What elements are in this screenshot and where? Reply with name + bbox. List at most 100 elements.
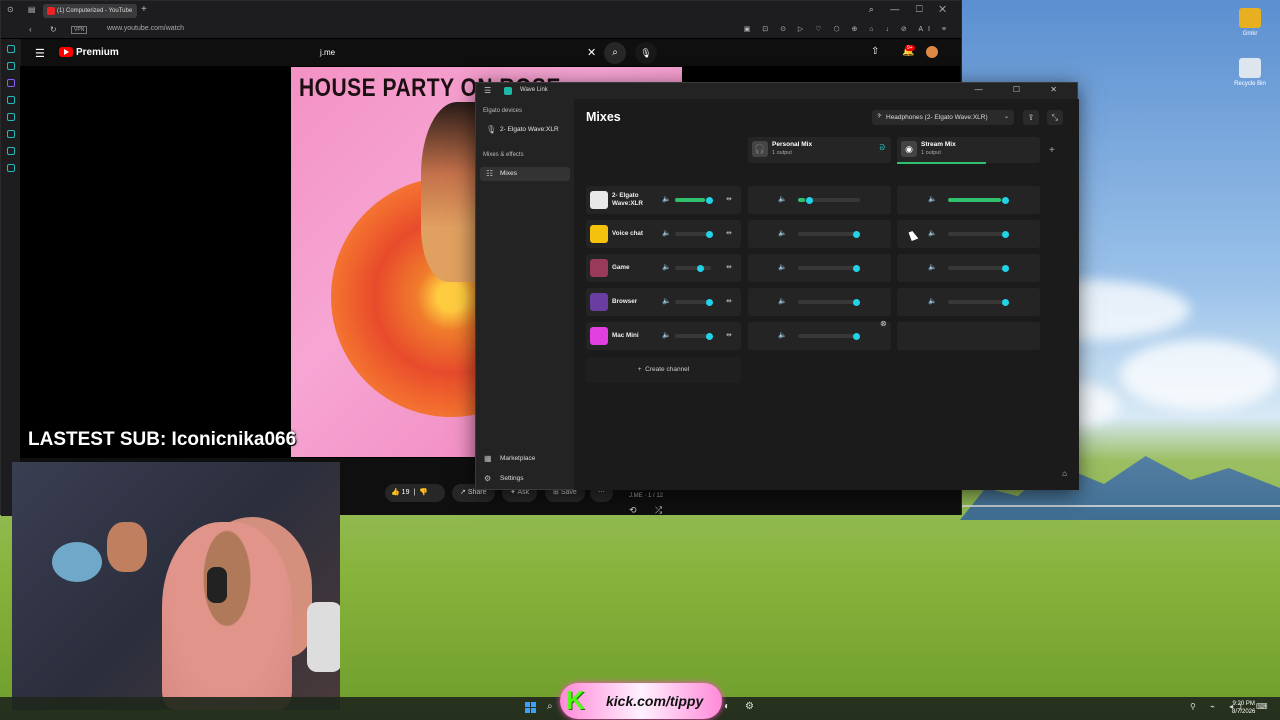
speaker-icon[interactable]: 🔈 <box>778 331 787 339</box>
download-icon[interactable] <box>7 130 15 138</box>
stream-volume-slider[interactable] <box>948 230 1009 238</box>
sidebar-item-wave-xlr[interactable]: 🎙 2- Elgato Wave:XLR <box>480 123 570 137</box>
slider-knob[interactable] <box>705 332 713 340</box>
clear-search-icon[interactable]: ✕ <box>587 46 596 59</box>
sidebar-item-settings[interactable]: ⚙ Settings <box>484 474 524 483</box>
slider-knob[interactable] <box>805 196 813 204</box>
local-volume-slider[interactable] <box>675 264 711 272</box>
link-icon[interactable]: ⇹ <box>726 195 732 203</box>
create-channel-button[interactable]: + Create channel <box>586 357 741 383</box>
local-volume-slider[interactable] <box>675 298 713 306</box>
remove-from-mix-icon[interactable]: ⊗ <box>880 319 887 328</box>
media-icon[interactable]: ◐ <box>724 701 730 712</box>
stream-volume-slider[interactable] <box>948 196 1009 204</box>
queue-controls[interactable]: ⟲ ⤮ <box>629 505 670 516</box>
speaker-icon[interactable]: 🔈 <box>928 263 937 271</box>
slider-knob[interactable] <box>1001 230 1009 238</box>
link-icon[interactable]: ⇹ <box>726 331 732 339</box>
local-volume-slider[interactable] <box>675 332 713 340</box>
search-input[interactable]: j.me <box>317 44 602 62</box>
extension-icons[interactable]: ▣ ⊡ ⊙ ▷ ♡ ⬡ ⊕ ⌂ ↓ ⊘ AI ≡ <box>744 25 951 33</box>
slider-knob[interactable] <box>705 298 713 306</box>
speaker-icon[interactable]: 🔈 <box>662 195 671 203</box>
channel-cell[interactable]: 2- Elgato Wave:XLR 🔈 ⇹ <box>586 186 741 214</box>
personal-volume-slider[interactable] <box>798 332 861 340</box>
slider-knob[interactable] <box>853 230 861 238</box>
slider-knob[interactable] <box>705 230 713 238</box>
sidebar-item-mixes[interactable]: ☷ Mixes <box>480 167 570 181</box>
personal-volume-slider[interactable] <box>798 264 861 272</box>
feedback-icon[interactable]: ⌂ <box>1062 469 1067 478</box>
search-button[interactable]: ⌕ <box>604 42 626 64</box>
speaker-icon[interactable]: 🔈 <box>928 229 937 237</box>
new-tab-button[interactable]: + <box>141 4 147 15</box>
channel-cell[interactable]: Mac Mini 🔈 ⇹ <box>586 322 741 350</box>
tab-youtube[interactable]: (1) Computerized - YouTube <box>43 4 137 18</box>
desktop-icon-gmkr[interactable]: Gmkr <box>1220 8 1280 37</box>
local-volume-slider[interactable] <box>675 196 713 204</box>
ear-monitor-icon[interactable]: ᘐ <box>879 143 885 153</box>
player-icon[interactable] <box>7 96 15 104</box>
channel-cell[interactable]: Voice chat 🔈 ⇹ <box>586 220 741 248</box>
stream-mix-empty-cell[interactable] <box>897 322 1040 350</box>
speaker-icon[interactable]: 🔈 <box>928 195 937 203</box>
collapse-icon[interactable]: ⤡ <box>1047 110 1063 125</box>
link-icon[interactable]: ⇹ <box>726 297 732 305</box>
output-device-select[interactable]: 𝄢 Headphones (2- Elgato Wave:XLR) ⌄ <box>872 110 1014 125</box>
avatar[interactable] <box>926 46 938 58</box>
speaker-icon[interactable]: 🔈 <box>778 297 787 305</box>
history-icon[interactable] <box>7 147 15 155</box>
link-icon[interactable]: ⇹ <box>726 263 732 271</box>
mix-card-stream[interactable]: ◉ Stream Mix 1 output <box>897 137 1040 164</box>
slider-knob[interactable] <box>853 264 861 272</box>
desktop-icon-recycle-bin[interactable]: Recycle Bin <box>1220 58 1280 87</box>
slider-knob[interactable] <box>696 264 704 272</box>
youtube-logo-icon[interactable] <box>59 47 73 57</box>
personal-volume-slider[interactable] <box>798 196 860 204</box>
slider-knob[interactable] <box>853 332 861 340</box>
voice-search-icon[interactable]: 🎙 <box>635 42 657 64</box>
local-volume-slider[interactable] <box>675 230 713 238</box>
link-icon[interactable]: ⇹ <box>726 229 732 237</box>
start-button[interactable] <box>525 702 536 713</box>
channel-cell[interactable]: Browser 🔈 ⇹ <box>586 288 741 316</box>
app-icon[interactable]: ⚙ <box>745 701 754 712</box>
speaker-icon[interactable]: 🔈 <box>778 229 787 237</box>
slider-knob[interactable] <box>1001 196 1009 204</box>
whatsapp-icon[interactable] <box>7 62 15 70</box>
settings-icon[interactable] <box>7 164 15 172</box>
slider-knob[interactable] <box>1001 264 1009 272</box>
browser-window-controls[interactable]: ⌕ — ☐ ✕ <box>869 4 953 15</box>
speaker-icon[interactable]: 🔈 <box>662 229 671 237</box>
channel-cell[interactable]: Game 🔈 ⇹ <box>586 254 741 282</box>
slider-knob[interactable] <box>705 196 713 204</box>
clock[interactable]: 9:20 PM 8/7/2026 <box>1232 700 1255 716</box>
mix-card-personal[interactable]: 🎧 Personal Mix 1 output ᘐ <box>748 137 891 163</box>
url-field[interactable]: www.youtube.com/watch <box>107 25 184 32</box>
speaker-icon[interactable]: 🔈 <box>662 263 671 271</box>
menu-icon[interactable]: ☰ <box>35 47 45 60</box>
vpn-badge[interactable]: VPN <box>71 26 88 34</box>
tab-bar-icons[interactable]: ⊙ ▤ <box>7 5 41 14</box>
like-button[interactable]: 👍 19 | 👎 <box>385 484 445 502</box>
stream-volume-slider[interactable] <box>948 298 1009 306</box>
window-controls[interactable]: — ☐ ✕ <box>975 85 1071 94</box>
speaker-icon[interactable]: 🔈 <box>778 263 787 271</box>
sidebar-item-marketplace[interactable]: ▦ Marketplace <box>484 454 535 463</box>
nav-buttons[interactable]: ‹ ↻ <box>29 25 65 34</box>
export-icon[interactable]: ⇪ <box>1023 110 1039 125</box>
messenger-icon[interactable] <box>7 45 15 53</box>
add-mix-button[interactable]: + <box>1049 145 1055 156</box>
speaker-icon[interactable]: 🔈 <box>662 297 671 305</box>
slider-knob[interactable] <box>1001 298 1009 306</box>
personal-volume-slider[interactable] <box>798 230 861 238</box>
search-icon[interactable]: ⌕ <box>547 701 553 712</box>
header-actions[interactable]: ⇧ 🔔 <box>871 46 925 57</box>
speaker-icon[interactable]: 🔈 <box>928 297 937 305</box>
pinboard-icon[interactable] <box>7 113 15 121</box>
speaker-icon[interactable]: 🔈 <box>662 331 671 339</box>
twitch-icon[interactable] <box>7 79 15 87</box>
personal-volume-slider[interactable] <box>798 298 861 306</box>
menu-icon[interactable]: ☰ <box>484 86 491 95</box>
speaker-icon[interactable]: 🔈 <box>778 195 787 203</box>
